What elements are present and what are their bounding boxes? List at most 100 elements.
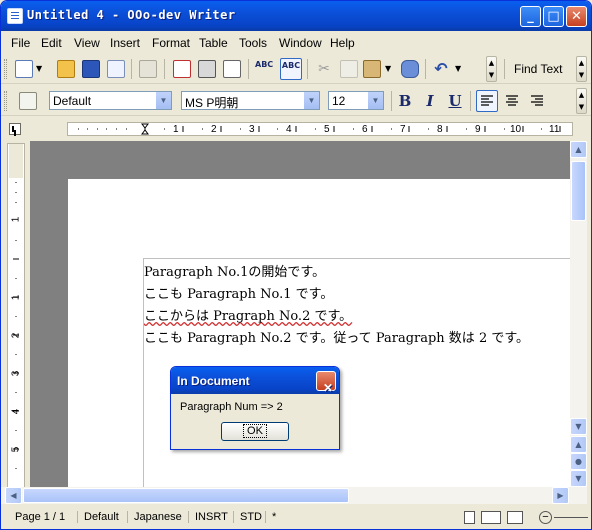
paragraph-line[interactable]: ここも Paragraph No.1 です。 [144,283,333,302]
email-icon[interactable] [107,60,125,78]
minimize-icon: _ [527,9,534,24]
toolbar-grip[interactable] [4,91,7,111]
format-paintbrush-icon[interactable] [401,60,419,78]
toolbar-overflow-button[interactable]: ▲ ▼ [486,56,497,82]
page-preview-icon[interactable] [223,60,241,78]
navigation-button[interactable]: ● [570,453,587,470]
spellcheck-icon[interactable]: ABC [255,60,273,78]
vertical-scrollbar[interactable]: ▲ ▼ ▲ ● ▼ [570,141,587,487]
status-page[interactable]: Page 1 / 1 [9,511,65,523]
tab-stop-selector[interactable] [9,123,21,135]
vertical-ruler[interactable]: 1 1 2 3 4 5 [7,143,25,489]
ruler-number: 4 [10,408,22,415]
styles-formatting-icon[interactable] [19,92,37,110]
menu-tools[interactable]: Tools [239,36,267,50]
chevron-down-icon[interactable]: ▼ [36,60,44,78]
paragraph-line[interactable]: Paragraph No.1の開始です。 [144,261,325,280]
title-bar[interactable]: Untitled 4 - OOo-dev Writer _ □ ✕ [1,1,591,31]
horizontal-scroll-thumb[interactable] [23,488,349,503]
zoom-out-icon[interactable]: − [539,511,552,524]
format-toolbar-overflow-button[interactable]: ▲ ▼ [576,88,587,114]
chevron-down-icon[interactable]: ▼ [367,92,383,109]
autospellcheck-icon[interactable]: ABC [280,58,302,80]
menu-format[interactable]: Format [152,36,190,50]
ruler-number: 2 [211,124,217,135]
undo-icon[interactable]: ↶ [432,60,450,78]
align-center-button[interactable] [503,92,521,110]
edit-file-icon[interactable] [139,60,157,78]
ruler-number: 3 [10,370,22,377]
menu-window[interactable]: Window [279,36,322,50]
undo-dropdown-icon[interactable]: ▼ [455,60,463,78]
open-folder-icon[interactable] [57,60,75,78]
maximize-button[interactable]: □ [543,6,564,27]
toolbar-separator [391,91,392,111]
status-page-style[interactable]: Default [77,511,119,523]
chevron-down-icon[interactable]: ▼ [155,92,171,109]
ruler-number: 1 [10,216,22,223]
ok-button-label: OK [243,424,267,438]
ruler-number: 1 [10,294,22,301]
chevron-down-icon[interactable]: ▼ [303,92,319,109]
ruler-number: 6 [362,124,368,135]
scroll-right-button[interactable]: ▶ [552,487,569,504]
menu-help[interactable]: Help [330,36,355,50]
find-toolbar-overflow-button[interactable]: ▲ ▼ [576,56,587,82]
next-page-button[interactable]: ▼ [570,470,587,487]
menu-file[interactable]: File [11,36,30,50]
ruler-ticks [78,123,561,135]
dialog-close-button[interactable]: ✕ [316,371,336,395]
find-text-label[interactable]: Find Text [514,62,562,76]
status-selection-mode[interactable]: STD [233,511,262,523]
status-modified[interactable]: * [265,511,276,523]
toolbar-grip[interactable] [4,59,7,79]
ruler-number: 10 [510,124,522,135]
font-name-select[interactable]: MS P明朝 ▼ [181,91,320,110]
underline-button[interactable]: U [445,92,465,110]
status-bar: Page 1 / 1 Default Japanese INSRT STD * … [1,506,591,529]
paragraph-line[interactable]: ここからは Pragraph No.2 です。 [144,305,352,324]
paste-icon[interactable] [363,60,381,78]
paragraph-style-select[interactable]: Default ▼ [49,91,172,110]
book-view-icon[interactable] [507,511,523,524]
toolbar-separator [504,59,505,79]
bold-button[interactable]: B [395,92,415,110]
multi-page-view-icon[interactable] [481,511,501,524]
italic-button[interactable]: I [420,92,440,110]
scroll-up-button[interactable]: ▲ [570,141,587,158]
dialog-title-bar[interactable]: In Document ✕ [171,367,339,395]
scroll-down-button[interactable]: ▼ [570,418,587,435]
align-right-button[interactable] [528,92,546,110]
copy-icon[interactable] [340,60,358,78]
print-icon[interactable] [198,60,216,78]
vertical-scroll-thumb[interactable] [571,161,586,221]
export-pdf-icon[interactable] [173,60,191,78]
menu-table[interactable]: Table [199,36,228,50]
previous-page-button[interactable]: ▲ [570,436,587,453]
cut-icon[interactable]: ✂ [315,60,333,78]
horizontal-scrollbar[interactable]: ◀ ▶ [1,487,587,504]
font-size-select[interactable]: 12 ▼ [328,91,384,110]
zoom-slider[interactable] [554,517,588,518]
status-language[interactable]: Japanese [127,511,182,523]
ruler-number: 11 [549,124,560,135]
paragraph-line[interactable]: ここも Paragraph No.2 です。従って Paragraph 数は 2… [144,327,529,346]
status-insert-mode[interactable]: INSRT [188,511,228,523]
single-page-view-icon[interactable] [464,511,475,524]
menu-insert[interactable]: Insert [110,36,140,50]
writer-app-icon [7,8,23,24]
ruler-bar[interactable]: 1 2 3 4 5 6 7 8 9 10 11 [67,122,573,136]
ok-button[interactable]: OK [221,422,289,441]
ruler-number: 8 [437,124,443,135]
minimize-button[interactable]: _ [520,6,541,27]
new-document-icon[interactable] [15,60,33,78]
menu-edit[interactable]: Edit [41,36,62,50]
save-icon[interactable] [82,60,100,78]
align-left-button[interactable] [476,90,498,112]
standard-toolbar: ▼ ABC ABC ✂ ▼ ↶ ▼ ▲ ▼ Find Text ▲ ▼ [1,54,591,84]
scroll-left-button[interactable]: ◀ [5,487,22,504]
menu-view[interactable]: View [74,36,100,50]
close-button[interactable]: ✕ [566,6,587,27]
paste-dropdown-icon[interactable]: ▼ [385,60,393,78]
align-left-icon [481,95,493,106]
